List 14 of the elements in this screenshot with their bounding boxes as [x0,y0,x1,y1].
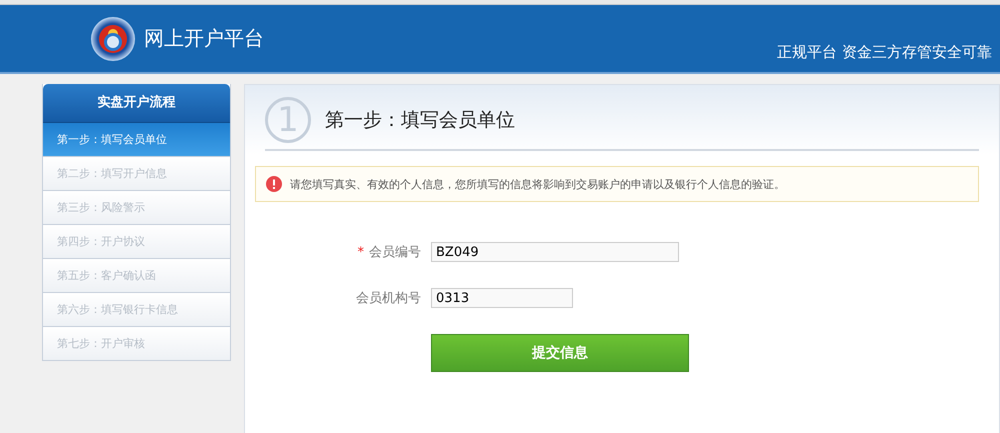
sidebar-title: 实盘开户流程 [43,84,230,123]
step-title: 第一步：填写会员单位 [325,108,515,133]
required-mark: * [358,245,364,260]
notice-text: 请您填写真实、有效的个人信息，您所填写的信息将影响到交易账户的申请以及银行个人信息的验证。 [290,176,785,192]
logo-icon [90,16,136,62]
sidebar-item[interactable]: 第一步：填写会员单位 [43,123,230,157]
input-field[interactable]: BZ049 [431,242,679,262]
field-label: 会员编号 [369,245,421,260]
warning-icon [266,176,282,192]
submit-button[interactable]: 提交信息 [431,334,689,372]
site-title: 网上开户平台 [144,25,264,52]
input-field[interactable]: 0313 [431,288,573,308]
tagline: 正规平台 资金三方存管安全可靠 [777,43,992,62]
field-label: 会员机构号 [356,291,421,306]
